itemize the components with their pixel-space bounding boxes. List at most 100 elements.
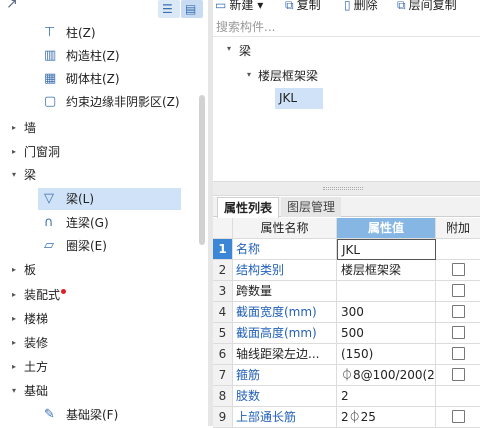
tree-node-beam[interactable]: 梁 (239, 42, 251, 59)
property-value[interactable]: 300 (337, 302, 436, 323)
table-row[interactable]: 7 箍筋 ⏀8@100/200(2) (213, 365, 480, 386)
category-label: 基础 (24, 384, 49, 398)
table-row[interactable]: 4 截面宽度(mm) 300 (213, 302, 480, 323)
floor-copy-button[interactable]: ⧉ 层间复制 (397, 0, 457, 13)
property-name: 截面宽度(mm) (233, 302, 337, 323)
add-checkbox[interactable] (451, 410, 465, 423)
left-panel-header: ↗ ☰ ▤ (0, 0, 208, 20)
category-stairs[interactable]: ▸ 楼梯 (0, 308, 200, 330)
category-label: 土方 (24, 360, 49, 374)
table-row[interactable]: 8 肢数 2 (213, 386, 480, 407)
property-value[interactable]: 500 (337, 323, 436, 344)
category-label: 门窗洞 (24, 145, 61, 159)
horizontal-splitter[interactable] (213, 181, 480, 196)
property-value[interactable]: JKL (337, 239, 436, 260)
add-checkbox[interactable] (451, 347, 465, 360)
tab-property-list[interactable]: 属性列表 (217, 197, 280, 218)
tree-item-foundation-beam[interactable]: ✎ 基础梁(F) (0, 404, 200, 426)
add-checkbox[interactable] (451, 263, 465, 276)
property-value[interactable]: (150) (337, 344, 436, 365)
delete-button[interactable]: ▯ 删除 (344, 0, 378, 13)
header-num (213, 218, 233, 239)
category-wall[interactable]: ▸ 墙 (0, 117, 200, 139)
category-decoration[interactable]: ▸ 装修 (0, 332, 200, 354)
header-value: 属性值 (337, 218, 436, 239)
category-beam[interactable]: ▾ 梁 (0, 164, 200, 186)
add-cell (436, 323, 480, 344)
category-label: 楼梯 (24, 312, 49, 326)
category-slab[interactable]: ▸ 板 (0, 259, 200, 281)
component-toolbar: ▭ 新建 ▾ ⧉ 复制 ▯ 删除 ⧉ 层间复制 (213, 0, 480, 16)
category-prefab[interactable]: ▸ 装配式 (0, 284, 200, 306)
tree-item-structural-column[interactable]: ▥ 构造柱(Z) (0, 45, 200, 67)
tree-node-jkl[interactable]: JKL (275, 88, 323, 109)
property-name: 肢数 (233, 386, 337, 407)
search-input[interactable]: 搜索构件... (213, 17, 480, 37)
add-cell (436, 260, 480, 281)
category-label: 装配式 (24, 288, 61, 302)
table-row[interactable]: 6 轴线距梁左边... (150) (213, 344, 480, 365)
tree-item-label: 圈梁(E) (66, 239, 107, 253)
component-list-panel: ▭ 新建 ▾ ⧉ 复制 ▯ 删除 ⧉ 层间复制 搜索构件... ▾ 梁 ▾ 楼层框架梁 … (213, 0, 480, 428)
category-foundation[interactable]: ▾ 基础 (0, 380, 200, 402)
chevron-down-icon[interactable]: ▾ (227, 44, 231, 53)
chevron-down-icon[interactable]: ▾ (12, 164, 16, 186)
table-row[interactable]: 1 名称 JKL (213, 239, 480, 260)
chevron-right-icon[interactable]: ▸ (12, 259, 16, 281)
new-button[interactable]: ▭ 新建 ▾ (215, 0, 263, 13)
category-door-window[interactable]: ▸ 门窗洞 (0, 141, 200, 163)
tree-item-constraint-edge[interactable]: ▢ 约束边缘非阴影区(Z) (0, 91, 200, 113)
property-value[interactable]: 2 (337, 386, 436, 407)
property-value[interactable]: 2⏀25 (337, 407, 436, 428)
new-label: 新建 (229, 0, 254, 12)
chevron-right-icon[interactable]: ▸ (12, 308, 16, 330)
expand-arrow-icon[interactable]: ↗ (6, 0, 18, 12)
floor-copy-label: 层间复制 (408, 0, 457, 12)
add-cell (436, 386, 480, 407)
tree-node-floor-frame-beam[interactable]: 楼层框架梁 (258, 67, 318, 84)
chevron-down-icon[interactable]: ▾ (247, 70, 251, 79)
list-icon: ☰ (162, 2, 173, 16)
row-num: 5 (213, 323, 233, 344)
chevron-right-icon[interactable]: ▸ (12, 117, 16, 139)
structural-column-icon: ▥ (44, 48, 57, 63)
chevron-down-icon[interactable]: ▾ (257, 0, 263, 12)
add-checkbox[interactable] (451, 368, 465, 381)
property-value[interactable]: ⏀8@100/200(2) (337, 365, 436, 386)
add-checkbox[interactable] (451, 305, 465, 318)
add-cell (436, 302, 480, 323)
chevron-down-icon[interactable]: ▾ (12, 380, 16, 402)
notification-dot (61, 289, 66, 294)
chevron-right-icon[interactable]: ▸ (12, 356, 16, 378)
left-scrollbar-thumb[interactable] (199, 95, 205, 245)
tree-item-beam[interactable]: ▽ 梁(L) (38, 188, 181, 210)
category-earthwork[interactable]: ▸ 土方 (0, 356, 200, 378)
property-name: 截面高度(mm) (233, 323, 337, 344)
tree-item-link-beam[interactable]: ∩ 连梁(G) (0, 212, 200, 234)
add-checkbox[interactable] (451, 326, 465, 339)
header-name: 属性名称 (233, 218, 337, 239)
property-value[interactable] (337, 281, 436, 302)
chevron-right-icon[interactable]: ▸ (12, 332, 16, 354)
tree-item-column[interactable]: ⊤ 柱(Z) (0, 22, 200, 44)
table-row[interactable]: 3 跨数量 (213, 281, 480, 302)
detail-view-button[interactable]: ▤ (181, 0, 203, 18)
table-row[interactable]: 5 截面高度(mm) 500 (213, 323, 480, 344)
category-label: 梁 (24, 168, 37, 182)
table-row[interactable]: 2 结构类别 楼层框架梁 (213, 260, 480, 281)
copy-button[interactable]: ⧉ 复制 (285, 0, 321, 13)
tree-item-ring-beam[interactable]: ▱ 圈梁(E) (0, 235, 200, 257)
column-icon: ⊤ (44, 25, 56, 40)
property-value[interactable]: 楼层框架梁 (337, 260, 436, 281)
tree-item-masonry-column[interactable]: ▦ 砌体柱(Z) (0, 68, 200, 90)
tree-item-label: 梁(L) (66, 192, 95, 206)
chevron-right-icon[interactable]: ▸ (12, 141, 16, 163)
row-num: 4 (213, 302, 233, 323)
table-row[interactable]: 9 上部通长筋 2⏀25 (213, 407, 480, 428)
add-checkbox[interactable] (451, 284, 465, 297)
floor-copy-icon: ⧉ (397, 0, 406, 12)
add-cell (436, 281, 480, 302)
chevron-right-icon[interactable]: ▸ (12, 284, 16, 306)
tab-layer-management[interactable]: 图层管理 (281, 197, 342, 217)
list-view-button[interactable]: ☰ (158, 0, 180, 18)
